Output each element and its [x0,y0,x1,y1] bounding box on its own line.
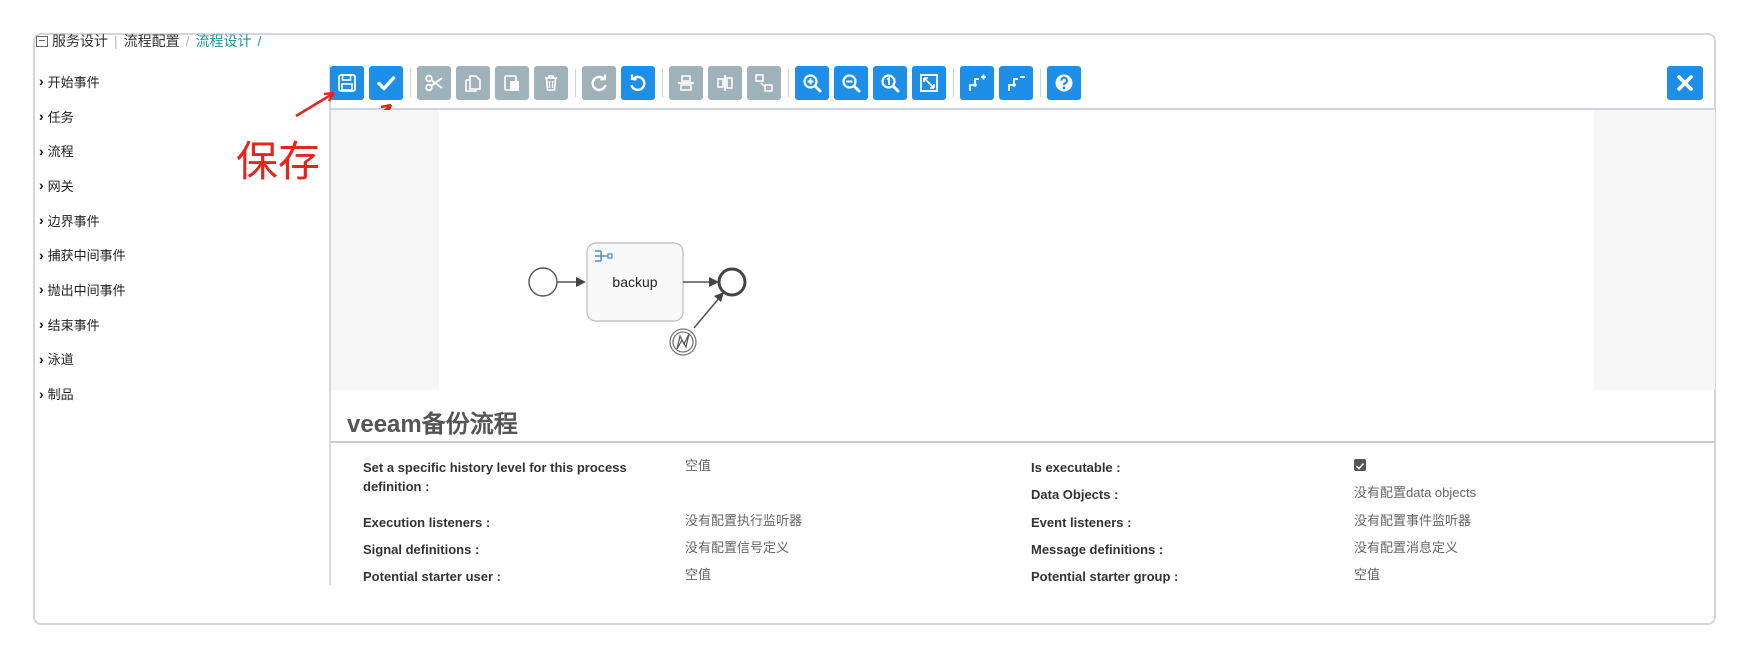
prop-label-history-level: Set a specific history level for this pr… [363,460,627,494]
prop-label-message-definitions: Message definitions : [1031,542,1164,557]
prop-label-data-objects: Data Objects : [1031,487,1119,502]
prop-label-event-listeners: Event listeners : [1031,515,1132,530]
prop-label-signal-definitions: Signal definitions : [363,542,480,557]
prop-value-data-objects[interactable]: 没有配置data objects [1354,483,1476,502]
prop-value-message-definitions[interactable]: 没有配置消息定义 [1354,538,1458,557]
check-icon [1355,462,1365,470]
prop-value-signal-definitions[interactable]: 没有配置信号定义 [685,538,789,557]
end-event[interactable] [717,267,747,297]
prop-label-is-executable: Is executable : [1031,460,1121,475]
process-title: veeam备份流程 [347,411,518,438]
prop-label-execution-listeners: Execution listeners : [363,515,491,530]
start-event[interactable] [528,267,558,297]
is-executable-checkbox[interactable] [1354,459,1366,471]
prop-value-execution-listeners[interactable]: 没有配置执行监听器 [685,511,802,530]
task-label: backup [612,274,657,290]
properties-panel: Set a specific history level for this pr… [331,446,1715,586]
sequence-flow[interactable] [693,296,721,329]
error-boundary-icon[interactable] [669,328,697,356]
prop-value-potential-starter-group[interactable]: 空值 [1354,565,1380,584]
arrowhead-icon [576,277,586,287]
prop-value-potential-starter-user[interactable]: 空值 [685,565,711,584]
prop-label-potential-starter-user: Potential starter user : [363,569,501,584]
prop-value-event-listeners[interactable]: 没有配置事件监听器 [1354,511,1471,530]
prop-value-history-level[interactable]: 空值 [685,456,711,475]
prop-label-potential-starter-group: Potential starter group : [1031,569,1179,584]
properties-divider [331,441,1715,443]
arrowhead-icon [714,292,724,302]
